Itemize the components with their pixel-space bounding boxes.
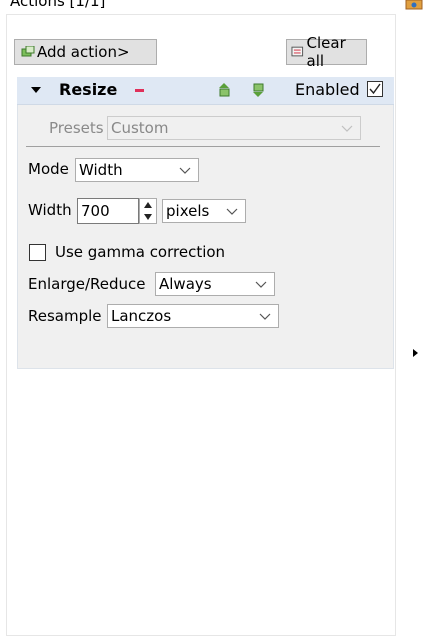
resample-select[interactable]: Lanczos (107, 304, 279, 328)
clear-all-label: Clear all (306, 34, 346, 70)
check-icon (369, 83, 381, 95)
move-down-icon[interactable] (251, 83, 265, 97)
chevron-down-icon (255, 281, 267, 288)
enabled-label: Enabled (295, 80, 360, 99)
chevron-down-icon (226, 208, 238, 215)
mode-select[interactable]: Width (75, 158, 199, 182)
settings-icon[interactable] (405, 0, 423, 10)
clear-all-icon (291, 46, 304, 57)
chevron-down-icon (259, 313, 271, 320)
resample-value: Lanczos (111, 307, 172, 325)
enlarge-reduce-label: Enlarge/Reduce (28, 275, 146, 293)
presets-value: Custom (111, 119, 169, 137)
panel-title: Actions [1/1] (10, 0, 106, 10)
enabled-checkbox[interactable] (367, 81, 383, 97)
expand-arrow-icon[interactable] (413, 349, 418, 357)
section-divider (26, 146, 380, 147)
spin-down-icon[interactable] (140, 211, 156, 223)
unit-value: pixels (166, 202, 210, 220)
chevron-down-icon (341, 125, 353, 132)
width-label: Width (28, 201, 72, 219)
width-spinner[interactable] (139, 198, 157, 224)
mode-value: Width (79, 161, 123, 179)
actions-panel: Add action> Clear all Resize Enabled Pre… (6, 14, 396, 636)
action-header[interactable]: Resize Enabled (17, 77, 394, 105)
clear-all-button[interactable]: Clear all (286, 34, 367, 70)
enlarge-reduce-select[interactable]: Always (155, 272, 275, 296)
resample-label: Resample (28, 307, 102, 325)
width-input[interactable]: 700 (77, 198, 139, 224)
move-up-icon[interactable] (217, 83, 231, 97)
spin-up-icon[interactable] (140, 199, 156, 211)
add-action-label: Add action> (37, 43, 130, 61)
presets-select: Custom (107, 116, 361, 140)
add-action-button[interactable]: Add action> (14, 39, 157, 65)
remove-icon[interactable] (135, 89, 144, 92)
presets-label: Presets (49, 119, 104, 137)
gamma-checkbox[interactable] (29, 244, 46, 261)
collapse-arrow-icon[interactable] (31, 87, 41, 93)
add-action-icon (21, 46, 35, 57)
chevron-down-icon (179, 167, 191, 174)
action-name: Resize (59, 80, 118, 99)
enlarge-reduce-value: Always (159, 275, 212, 293)
unit-select[interactable]: pixels (162, 199, 246, 223)
mode-label: Mode (28, 160, 69, 178)
gamma-label: Use gamma correction (55, 243, 226, 261)
